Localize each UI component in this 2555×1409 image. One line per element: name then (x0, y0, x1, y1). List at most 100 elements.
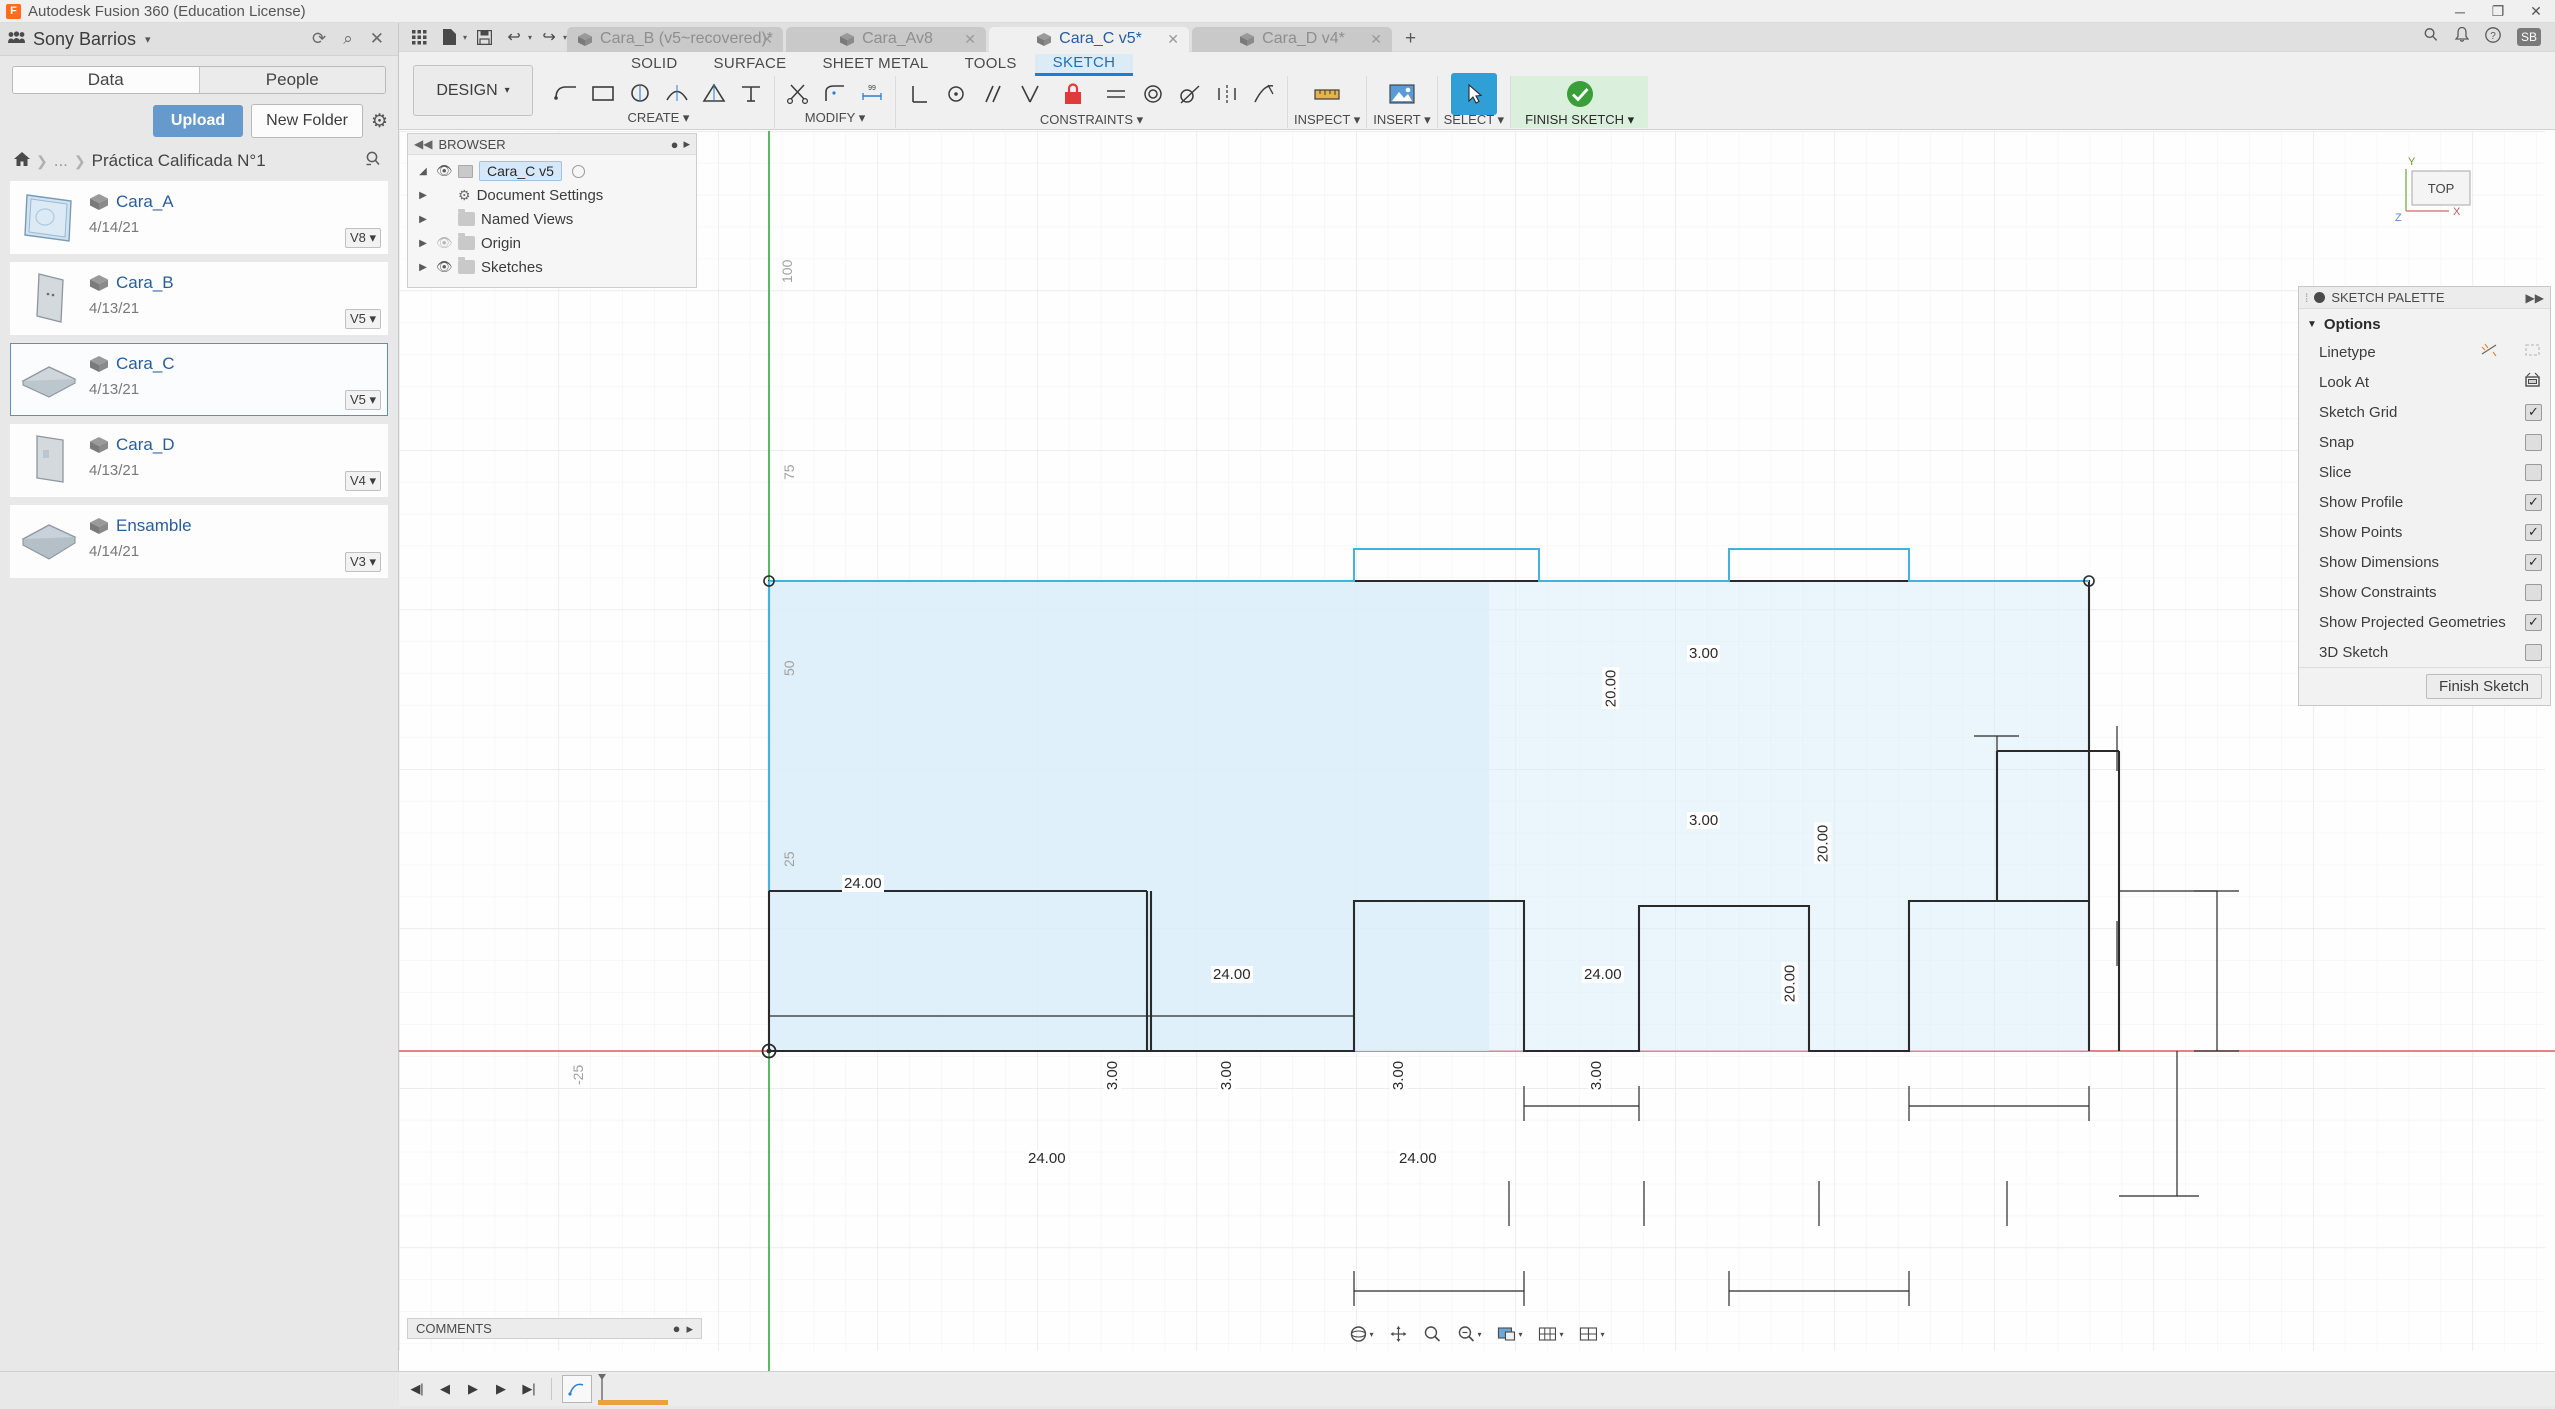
viewports-icon[interactable]: ▾ (1579, 1326, 1605, 1343)
text-tool-icon[interactable] (734, 76, 768, 110)
browser-root-node[interactable]: ◢ 👁 Cara_C v5 (408, 159, 696, 183)
sketch-dimension-icon[interactable]: 99 (855, 76, 889, 110)
undo-icon[interactable]: ↩ (501, 25, 527, 49)
file-icon[interactable] (436, 25, 462, 49)
finish-sketch-panel-label[interactable]: FINISH SKETCH ▾ (1525, 112, 1634, 130)
workspace-switcher-button[interactable]: DESIGN ▾ (413, 65, 533, 116)
polygon-tool-icon[interactable] (697, 76, 731, 110)
arc-tool-icon[interactable] (660, 76, 694, 110)
root-visibility-icon[interactable]: 👁 (436, 163, 453, 179)
browser-node-origin[interactable]: ▶ 👁 Origin (408, 231, 696, 255)
file-version-badge[interactable]: V8 ▾ (344, 228, 381, 248)
checkbox-show-profile[interactable]: ✓ (2525, 493, 2542, 511)
horizontal-constraint-icon[interactable] (1099, 77, 1133, 111)
new-tab-button[interactable]: + (1395, 27, 1426, 52)
browser-node-sketches[interactable]: ▶ 👁 Sketches (408, 255, 696, 279)
workspace-tab-solid[interactable]: SOLID (613, 55, 696, 76)
vertical-horizontal-constraint-icon[interactable] (902, 77, 936, 111)
pan-icon[interactable] (1389, 1325, 1407, 1343)
workspace-tab-sheet-metal[interactable]: SHEET METAL (804, 55, 946, 76)
upload-button[interactable]: Upload (152, 105, 244, 137)
gear-icon[interactable]: ⚙ (371, 110, 388, 133)
node-visibility-icon[interactable]: 👁 (436, 235, 453, 251)
browser-node-named-views[interactable]: ▶ Named Views (408, 207, 696, 231)
file-version-badge[interactable]: V5 ▾ (344, 309, 381, 329)
folder-search-icon[interactable] (365, 151, 388, 171)
parallel-constraint-icon[interactable] (976, 77, 1010, 111)
finish-sketch-button[interactable]: Finish Sketch (2425, 674, 2542, 699)
node-visibility-icon[interactable]: 👁 (436, 259, 453, 275)
timeline-play-button[interactable]: ▶ (461, 1377, 485, 1401)
home-icon[interactable] (14, 151, 30, 171)
node-expand-arrow-icon[interactable]: ▶ (416, 190, 430, 201)
line-tool-icon[interactable] (549, 76, 583, 110)
checkbox-show-constraints[interactable] (2525, 583, 2542, 601)
dimension-value[interactable]: 3.00 (1390, 1058, 1408, 1093)
document-tab-0[interactable]: Cara_B (v5~recovered)* ✕ (567, 26, 784, 52)
file-version-badge[interactable]: V4 ▾ (344, 471, 381, 491)
notifications-bell-icon[interactable] (2454, 26, 2470, 48)
palette-collapse-icon[interactable]: ▶▶ (2526, 291, 2544, 305)
display-settings-icon[interactable]: ▾ (1497, 1326, 1523, 1343)
file-name[interactable]: Cara_C (116, 354, 175, 374)
dimension-value[interactable]: 20.00 (1814, 822, 1832, 865)
file-version-badge[interactable]: V5 ▾ (344, 390, 381, 410)
palette-grip-icon[interactable]: ⁞ (2305, 291, 2308, 305)
dimension-value[interactable]: 3.00 (1104, 1058, 1122, 1093)
timeline-sketch-feature[interactable] (562, 1375, 592, 1403)
view-cube[interactable]: TOP Y X Z (2377, 149, 2507, 259)
file-card-cara_c[interactable]: Cara_C 4/13/21 V5 ▾ (10, 343, 388, 416)
sketch-canvas[interactable]: 100 75 50 25 -25 24.00 24.00 24.00 24.00 24.00 20… (399, 131, 2555, 1371)
dimension-value[interactable]: 24.00 (1582, 966, 1624, 983)
dimension-value[interactable]: 20.00 (1602, 667, 1620, 710)
fix-unfix-constraint-icon[interactable] (1050, 73, 1096, 115)
redo-icon[interactable]: ↪ (536, 25, 562, 49)
timeline-step-button[interactable]: ▶ (489, 1377, 513, 1401)
tab-people[interactable]: People (198, 67, 385, 93)
measure-icon[interactable] (1304, 73, 1350, 115)
node-expand-arrow-icon[interactable]: ▶ (416, 262, 430, 273)
checkbox-slice[interactable] (2525, 463, 2542, 481)
checkbox-show-points[interactable]: ✓ (2525, 523, 2542, 541)
user-menu-caret-icon[interactable]: ▾ (145, 33, 151, 46)
curvature-constraint-icon[interactable] (1247, 77, 1281, 111)
close-panel-icon[interactable]: ✕ (370, 29, 384, 49)
root-expand-arrow-icon[interactable]: ◢ (416, 166, 430, 177)
document-tab-3[interactable]: Cara_D v4* ✕ (1192, 26, 1393, 52)
maximize-button[interactable]: ❐ (2479, 0, 2517, 23)
circle-tool-icon[interactable] (623, 76, 657, 110)
checkbox-show-dimensions[interactable]: ✓ (2525, 553, 2542, 571)
linetype-construction-icon[interactable] (2523, 342, 2542, 362)
file-name[interactable]: Cara_D (116, 435, 175, 455)
grid-snap-icon[interactable]: ▾ (1538, 1326, 1564, 1343)
timeline-prev-button[interactable]: ◀ (433, 1377, 457, 1401)
dimension-value[interactable]: 24.00 (1026, 1150, 1068, 1167)
concentric-constraint-icon[interactable] (1136, 77, 1170, 111)
dimension-value[interactable]: 3.00 (1218, 1058, 1236, 1093)
tab-data[interactable]: Data (13, 67, 199, 93)
modify-panel-label[interactable]: MODIFY ▾ (805, 110, 865, 128)
account-badge[interactable]: SB (2516, 28, 2541, 46)
dimension-value[interactable]: 3.00 (1588, 1058, 1606, 1093)
node-expand-arrow-icon[interactable]: ▶ (416, 238, 430, 249)
checkbox-snap[interactable] (2525, 433, 2542, 451)
file-name[interactable]: Ensamble (116, 516, 192, 536)
node-expand-arrow-icon[interactable]: ▶ (416, 214, 430, 225)
look-at-icon[interactable] (2523, 372, 2542, 393)
checkbox-3d-sketch[interactable] (2525, 643, 2542, 661)
browser-node-document-settings[interactable]: ▶ ⚙ Document Settings (408, 183, 696, 207)
dimension-value[interactable]: 24.00 (1397, 1150, 1439, 1167)
document-tab-2[interactable]: Cara_C v5* ✕ (989, 26, 1190, 52)
browser-expand-icon[interactable]: ▸ (683, 136, 690, 152)
insert-panel-label[interactable]: INSERT ▾ (1373, 112, 1430, 130)
workspace-tab-tools[interactable]: TOOLS (947, 55, 1035, 76)
file-card-cara_d[interactable]: Cara_D 4/13/21 V4 ▾ (10, 424, 388, 497)
file-card-cara_b[interactable]: Cara_B 4/13/21 V5 ▾ (10, 262, 388, 335)
browser-settings-icon[interactable]: ● (671, 137, 679, 152)
tangent-constraint-icon[interactable] (1173, 77, 1207, 111)
document-tab-1[interactable]: Cara_Av8 ✕ (786, 26, 987, 52)
file-card-cara_a[interactable]: Cara_A 4/14/21 V8 ▾ (10, 181, 388, 254)
comments-settings-icon[interactable]: ● (673, 1321, 681, 1336)
dimension-value[interactable]: 20.00 (1781, 962, 1799, 1005)
file-version-badge[interactable]: V3 ▾ (344, 552, 381, 572)
